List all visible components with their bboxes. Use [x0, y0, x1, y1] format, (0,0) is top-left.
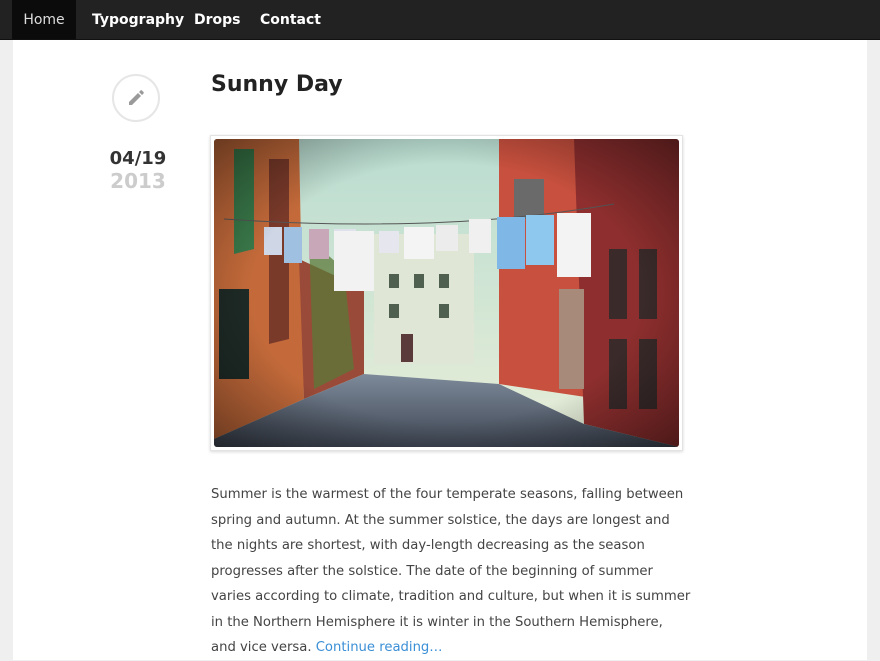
post-excerpt-text: Summer is the warmest of the four temper… — [211, 487, 691, 655]
post-title[interactable]: Sunny Day — [211, 72, 343, 97]
post-format-badge — [112, 74, 160, 122]
nav-contact[interactable]: Contact — [260, 0, 321, 39]
top-navbar: Home Typography Drops Contact — [0, 0, 880, 40]
nav-home[interactable]: Home — [12, 0, 76, 39]
post-date-year: 2013 — [110, 169, 166, 193]
venice-street-photo — [214, 139, 679, 447]
nav-drops[interactable]: Drops — [194, 0, 241, 39]
content-page: 04/19 2013 Sunny Day Summer is the warme… — [13, 40, 867, 660]
continue-reading-link[interactable]: Continue reading… — [316, 640, 443, 655]
nav-typography[interactable]: Typography — [92, 0, 184, 39]
post-featured-image[interactable] — [210, 135, 683, 451]
post-date-month-day: 04/19 — [109, 148, 167, 169]
pencil-icon — [129, 90, 144, 105]
post-excerpt: Summer is the warmest of the four temper… — [211, 482, 691, 661]
